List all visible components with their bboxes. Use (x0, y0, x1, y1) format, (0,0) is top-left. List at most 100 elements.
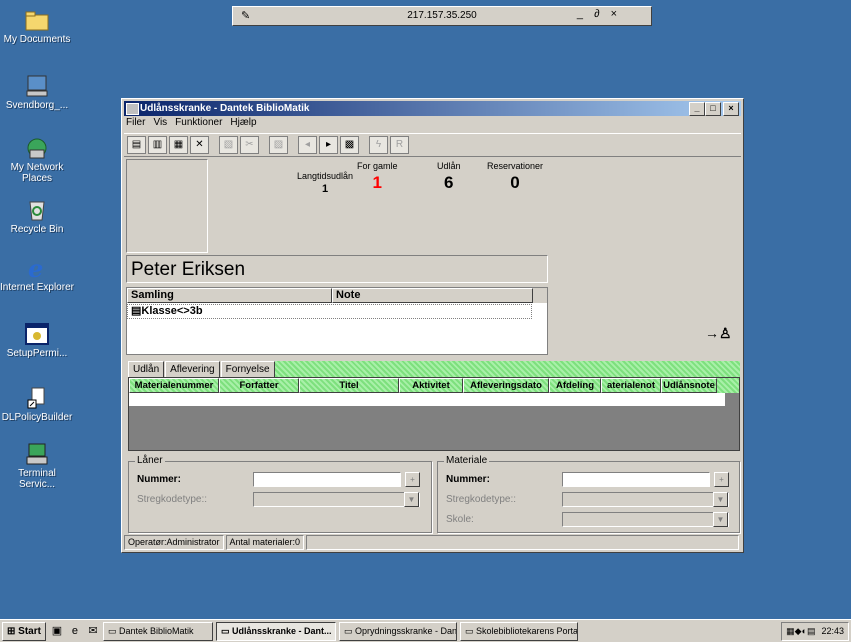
group-label: Materiale (444, 455, 490, 466)
column-header[interactable]: Forfatter (219, 378, 299, 393)
back-icon[interactable]: ◂ (298, 136, 317, 154)
desktop-icon-internet-explorer[interactable]: e Internet Explorer (0, 254, 74, 293)
collection-list[interactable]: Samling Note ▤Klasse<>3b (126, 287, 548, 355)
stat-value: 1 (372, 173, 382, 192)
close-button[interactable]: × (723, 102, 739, 116)
lightning-icon[interactable]: ϟ (369, 136, 388, 154)
desktop-icon-label: Internet Explorer (0, 282, 74, 293)
menubar: Filer Vis Funktioner Hjælp (126, 117, 257, 131)
column-header[interactable]: Afdeling (549, 378, 601, 393)
app-icon (126, 103, 139, 115)
desktop-icon-label: Terminal Servic... (18, 468, 56, 490)
column-header[interactable]: Materialenummer (129, 378, 219, 393)
materiale-group: Materiale Nummer: + Stregkodetype:: ▼ Sk… (437, 455, 740, 533)
laaner-nummer-label: Nummer: (137, 474, 181, 485)
tabs: Udlån Aflevering Fornyelse (128, 361, 276, 377)
new-icon[interactable]: ▤ (127, 136, 146, 154)
desktop-icon-label: My Documents (3, 34, 71, 45)
task-dantek-bibliomatik[interactable]: ▭ Dantek BiblioMatik (102, 621, 213, 641)
tab-fornyelse[interactable]: Fornyelse (220, 361, 275, 377)
patron-edit-icon[interactable]: ▦ (169, 136, 188, 154)
column-header-note[interactable]: Note (332, 288, 533, 303)
menu-hjaelp[interactable]: Hjælp (230, 117, 256, 131)
forward-icon[interactable]: ▸ (319, 136, 338, 154)
folder-icon: ▭ (107, 625, 117, 636)
outlook-quicklaunch-icon[interactable]: ✉ (86, 624, 100, 638)
remote-bar-controls[interactable]: _ ∂ × (577, 8, 621, 20)
menu-filer[interactable]: Filer (126, 117, 145, 131)
materiale-skole-select[interactable]: ▼ (562, 512, 729, 527)
stat-label: For gamle (357, 161, 398, 171)
desktop-icon-network-places[interactable]: My Network Places (0, 136, 74, 184)
materiale-nummer-input[interactable] (562, 472, 710, 487)
clock: 22:43 (821, 625, 844, 636)
ie-quicklaunch-icon[interactable]: e (68, 624, 82, 638)
table-row[interactable] (129, 393, 725, 406)
stat-langtidsudlan: Langtidsudlån 1 (297, 171, 353, 195)
task-udlansskranke[interactable]: ▭ Udlånsskranke - Dant... (215, 621, 336, 641)
materiale-nummer-label: Nummer: (446, 474, 490, 485)
svg-text:e: e (28, 256, 43, 280)
laaner-search-button[interactable]: + (405, 472, 420, 487)
document-icon[interactable]: ▩ (340, 136, 359, 154)
desktop-icon-label: Svendborg_... (5, 100, 69, 111)
system-tray: ▦◆◐▤ 22:43 (781, 621, 849, 641)
desktop-icon-setuppermi[interactable]: SetupPermi... (0, 322, 74, 359)
chevron-down-icon[interactable]: ▼ (713, 512, 728, 527)
status-empty (306, 535, 739, 550)
patron-name: Peter Eriksen (126, 255, 548, 283)
print-icon[interactable]: ▨ (269, 136, 288, 154)
desktop-icon-recycle-bin[interactable]: Recycle Bin (0, 198, 74, 235)
desktop-icon-terminal-services[interactable]: Terminal Servic... (0, 442, 74, 490)
chevron-down-icon[interactable]: ▼ (713, 492, 728, 507)
window-icon: ▭ (464, 625, 474, 636)
start-button[interactable]: ⊞ Start (2, 621, 46, 641)
show-desktop-icon[interactable]: ▣ (50, 624, 64, 638)
shortcut-icon (24, 386, 50, 410)
maximize-button[interactable]: □ (705, 102, 721, 116)
column-header[interactable]: Titel (299, 378, 399, 393)
tray-icons[interactable]: ▦◆◐▤ (786, 623, 815, 640)
tab-aflevering[interactable]: Aflevering (165, 361, 220, 377)
task-skolebibliotekarens[interactable]: ▭ Skolebibliotekarens Porta... (459, 621, 578, 641)
column-header-samling[interactable]: Samling (127, 288, 332, 303)
desktop-icon-my-documents[interactable]: My Documents (0, 8, 74, 45)
column-header[interactable]: Afleveringsdato (463, 378, 549, 393)
stat-label: Reservationer (487, 161, 544, 171)
materiale-search-button[interactable]: + (714, 472, 729, 487)
materiale-stregkode-select[interactable]: ▼ (562, 492, 729, 507)
column-header[interactable]: Udlånsnote (661, 378, 717, 393)
delete-icon[interactable]: ✕ (190, 136, 209, 154)
status-antal: Antal materialer:0 (225, 535, 305, 550)
stat-for-gamle: For gamle 1 (357, 161, 398, 193)
laaner-stregkode-select[interactable]: ▼ (253, 492, 420, 507)
materiale-stregkode-label: Stregkodetype:: (446, 494, 517, 505)
cut-icon[interactable]: ✂ (240, 136, 259, 154)
laaner-stregkode-label: Stregkodetype:: (137, 494, 208, 505)
tab-udlan[interactable]: Udlån (128, 361, 165, 377)
desktop-icon-svendborg[interactable]: Svendborg_... (0, 74, 74, 111)
windows-logo-icon: ⊞ (7, 625, 16, 637)
window-title: Udlånsskranke - Dantek BiblioMatik (140, 103, 310, 114)
toolbar: ▤ ▥ ▦ ✕ ▧ ✂ ▨ ◂ ▸ ▩ ϟ R (124, 133, 741, 157)
copy-icon[interactable]: ▧ (219, 136, 238, 154)
remote-connection-bar: ✎ 217.157.35.250 _ ∂ × (232, 6, 652, 26)
status-bar: Operatør:Administrator Antal materialer:… (124, 535, 741, 550)
chevron-down-icon[interactable]: ▼ (404, 492, 419, 507)
column-header[interactable]: Aktivitet (399, 378, 463, 393)
menu-vis[interactable]: Vis (153, 117, 167, 131)
window-icon: ▭ (220, 625, 230, 636)
desktop-icon-dlpolicybuilder[interactable]: DLPolicyBuilder (0, 386, 74, 423)
column-header[interactable]: aterialenot (601, 378, 661, 393)
reserve-icon[interactable]: R (390, 136, 409, 154)
list-item[interactable]: ▤Klasse<>3b (127, 304, 532, 319)
window-titlebar[interactable]: Udlånsskranke - Dantek BiblioMatik _ □ × (124, 101, 741, 116)
laaner-nummer-input[interactable] (253, 472, 401, 487)
task-oprydningsskranke[interactable]: ▭ Oprydningsskranke - Dan... (338, 621, 457, 641)
network-icon (24, 136, 50, 160)
loans-grid[interactable]: Materialenummer Forfatter Titel Aktivite… (128, 377, 740, 451)
minimize-button[interactable]: _ (689, 102, 705, 116)
exit-person-icon[interactable]: →♙ (705, 325, 732, 345)
menu-funktioner[interactable]: Funktioner (175, 117, 222, 131)
patron-icon[interactable]: ▥ (148, 136, 167, 154)
